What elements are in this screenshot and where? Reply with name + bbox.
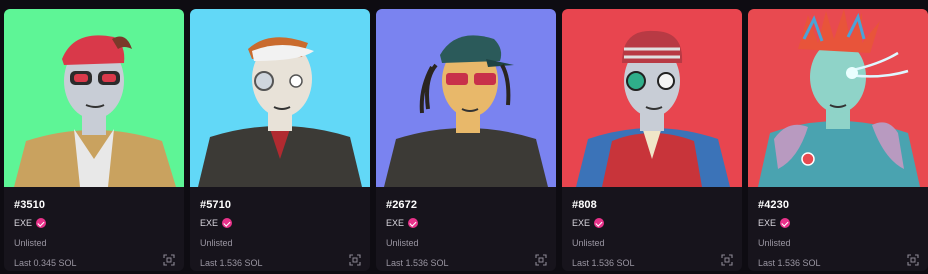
expand-icon[interactable] — [163, 254, 175, 266]
character-art — [190, 9, 370, 187]
collection-name: EXE — [572, 218, 591, 228]
verified-check-icon — [36, 218, 47, 228]
expand-icon[interactable] — [349, 254, 361, 266]
collection-name: EXE — [14, 218, 33, 228]
verified-check-icon — [780, 218, 791, 228]
last-price: Last 1.536 SOL — [200, 258, 263, 268]
token-id: #5710 — [200, 199, 232, 211]
last-price: Last 1.536 SOL — [386, 258, 449, 268]
listing-status: Unlisted — [386, 238, 419, 248]
nft-image[interactable] — [4, 9, 184, 187]
verified-check-icon — [408, 218, 419, 228]
nft-grid: #3510 EXE Unlisted Last 0.345 SOL #5710 … — [4, 9, 928, 271]
collection-row[interactable]: EXE — [758, 218, 791, 228]
listing-status: Unlisted — [572, 238, 605, 248]
nft-card[interactable]: #808 EXE Unlisted Last 1.536 SOL — [562, 9, 742, 271]
nft-image[interactable] — [190, 9, 370, 187]
collection-name: EXE — [386, 218, 405, 228]
nft-card[interactable]: #4230 EXE Unlisted Last 1.536 SOL — [748, 9, 928, 271]
expand-icon[interactable] — [721, 254, 733, 266]
last-price: Last 1.536 SOL — [758, 258, 821, 268]
listing-status: Unlisted — [200, 238, 233, 248]
token-id: #808 — [572, 199, 597, 211]
character-art — [4, 9, 184, 187]
nft-image[interactable] — [376, 9, 556, 187]
listing-status: Unlisted — [14, 238, 47, 248]
nft-image[interactable] — [748, 9, 928, 187]
collection-row[interactable]: EXE — [14, 218, 47, 228]
collection-row[interactable]: EXE — [386, 218, 419, 228]
verified-check-icon — [222, 218, 233, 228]
nft-card[interactable]: #5710 EXE Unlisted Last 1.536 SOL — [190, 9, 370, 271]
collection-name: EXE — [758, 218, 777, 228]
collection-row[interactable]: EXE — [200, 218, 233, 228]
token-id: #4230 — [758, 199, 790, 211]
token-id: #3510 — [14, 199, 46, 211]
character-art — [562, 9, 742, 187]
verified-check-icon — [594, 218, 605, 228]
character-art — [376, 9, 556, 187]
character-art — [748, 9, 928, 187]
nft-image[interactable] — [562, 9, 742, 187]
nft-card[interactable]: #2672 EXE Unlisted Last 1.536 SOL — [376, 9, 556, 271]
expand-icon[interactable] — [907, 254, 919, 266]
listing-status: Unlisted — [758, 238, 791, 248]
nft-card[interactable]: #3510 EXE Unlisted Last 0.345 SOL — [4, 9, 184, 271]
token-id: #2672 — [386, 199, 418, 211]
collection-name: EXE — [200, 218, 219, 228]
expand-icon[interactable] — [535, 254, 547, 266]
collection-row[interactable]: EXE — [572, 218, 605, 228]
last-price: Last 0.345 SOL — [14, 258, 77, 268]
last-price: Last 1.536 SOL — [572, 258, 635, 268]
